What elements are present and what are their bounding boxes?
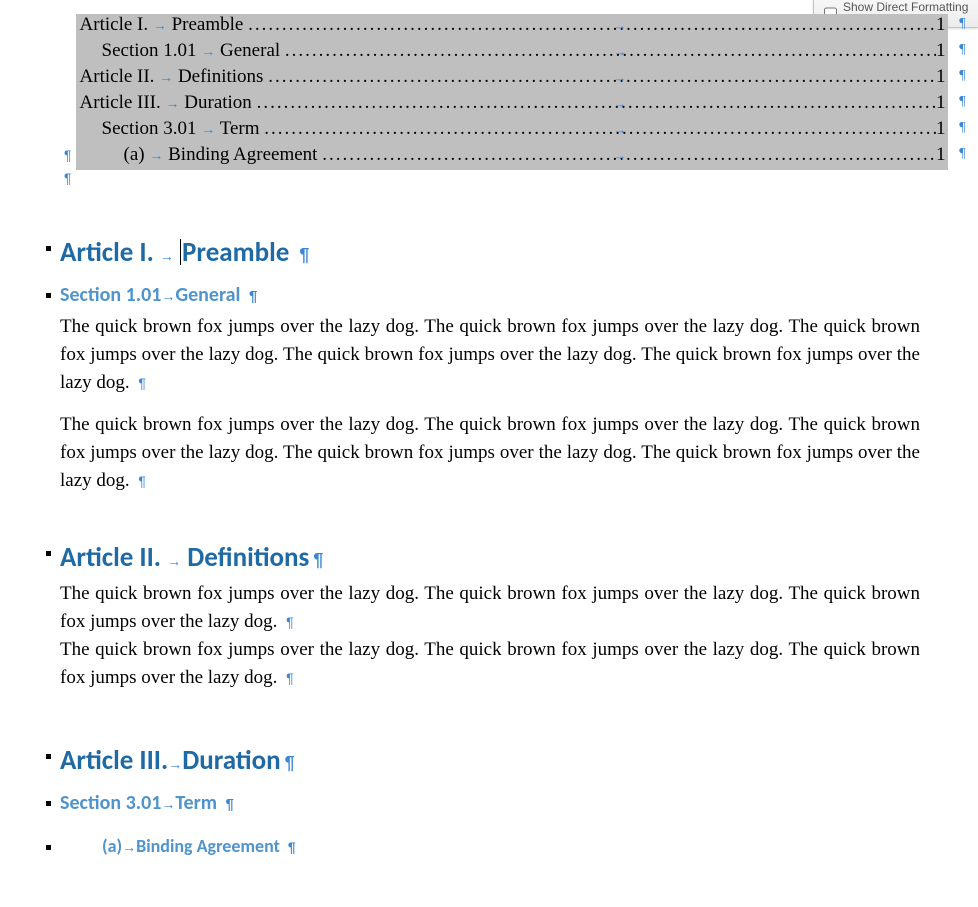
tab-icon: → <box>614 18 627 34</box>
heading-number: Section 1.01 <box>60 283 161 307</box>
paragraph-marker-icon <box>46 845 51 850</box>
body-paragraph[interactable]: The quick brown fox jumps over the lazy … <box>60 636 920 692</box>
heading-number: Article II. <box>60 541 161 574</box>
toc-row[interactable]: Article II. → Definitions ..............… <box>76 66 948 92</box>
body-text: The quick brown fox jumps over the lazy … <box>60 316 920 393</box>
tab-icon: → <box>614 96 627 112</box>
heading-title: Binding Agreement <box>136 835 280 857</box>
pilcrow-icon: ¶ <box>134 473 146 489</box>
heading-article-2[interactable]: Article II. → Definitions¶ <box>60 541 968 574</box>
pilcrow-icon: ¶ <box>309 550 323 570</box>
tab-icon: → <box>167 553 181 569</box>
tab-icon: → <box>161 288 175 304</box>
pilcrow-icon: ¶ <box>959 120 965 136</box>
pilcrow-icon: ¶ <box>134 375 146 391</box>
body-paragraph[interactable]: The quick brown fox jumps over the lazy … <box>60 313 920 397</box>
tab-icon: → <box>160 248 174 264</box>
tab-icon: → <box>614 122 627 138</box>
toc-leader-dots: ........................................… <box>257 92 936 114</box>
toc-row[interactable]: Section 3.01 → Term ....................… <box>76 118 948 144</box>
toc-entry-text: Section 3.01 → Term <box>102 118 265 140</box>
toc-page-number: 1 <box>936 92 948 114</box>
heading-section-3-01[interactable]: Section 3.01→Term ¶ <box>60 791 968 815</box>
heading-article-3[interactable]: Article III.→Duration¶ <box>60 744 968 777</box>
pilcrow-icon: ¶ <box>959 94 965 110</box>
heading-number: Article I. <box>60 236 154 269</box>
pilcrow-icon: ¶ <box>959 68 965 84</box>
toc-leader-dots: ........................................… <box>322 144 936 166</box>
document-area[interactable]: ¶ Article I. → Preamble ................… <box>0 0 978 857</box>
text-cursor <box>180 239 181 265</box>
toc-entry-text: Article II. → Definitions <box>80 66 269 88</box>
pilcrow-icon: ¶ <box>245 288 257 305</box>
body-paragraph[interactable]: The quick brown fox jumps over the lazy … <box>60 411 920 495</box>
toc-page-number: 1 <box>936 118 948 140</box>
toc-page-number: 1 <box>936 14 948 36</box>
paragraph-marker-icon <box>46 551 51 556</box>
toc-row[interactable]: Article III. → Duration ................… <box>76 92 948 118</box>
tab-icon: → <box>168 756 182 772</box>
paragraph-marker-icon <box>46 754 51 759</box>
toc-entry-text: Article III. → Duration <box>80 92 257 114</box>
toc-leader-dots: ........................................… <box>248 14 936 36</box>
toc-page-number: 1 <box>936 144 948 166</box>
toc-leader-dots: ........................................… <box>264 118 936 140</box>
heading-title: General <box>175 283 240 307</box>
body-text: The quick brown fox jumps over the lazy … <box>60 639 920 688</box>
body-text: The quick brown fox jumps over the lazy … <box>60 414 920 491</box>
paragraph-marker-icon <box>46 293 51 298</box>
toc-entry-text: Section 1.01 → General <box>102 40 285 62</box>
pilcrow-icon: ¶ <box>295 245 309 265</box>
heading-number: Section 3.01 <box>60 791 161 815</box>
heading-title: Definitions <box>187 541 309 574</box>
pilcrow-icon: ¶ <box>282 670 294 686</box>
table-of-contents[interactable]: Article I. → Preamble ..................… <box>76 14 948 170</box>
toc-entry-text: (a) → Binding Agreement <box>124 144 323 166</box>
heading-number: (a) <box>102 835 122 857</box>
body-text: The quick brown fox jumps over the lazy … <box>60 583 920 632</box>
tab-icon: → <box>614 44 627 60</box>
tab-icon: → <box>614 148 627 164</box>
toc-leader-dots: ........................................… <box>268 66 936 88</box>
heading-number: Article III. <box>60 744 168 777</box>
pilcrow-icon: ¶ <box>284 839 296 855</box>
pilcrow-icon: ¶ <box>281 753 295 773</box>
heading-title: Term <box>175 791 217 815</box>
paragraph-marker-icon <box>46 801 51 806</box>
heading-title: Duration <box>182 744 280 777</box>
toc-leader-dots: ........................................… <box>285 40 936 62</box>
pilcrow-icon: ¶ <box>959 146 965 162</box>
heading-title: Preamble <box>182 236 289 269</box>
heading-article-1[interactable]: Article I. → Preamble ¶ <box>60 236 968 269</box>
heading-subsection-a[interactable]: (a)→Binding Agreement ¶ <box>60 835 968 857</box>
tab-icon: → <box>122 839 136 855</box>
toc-page-number: 1 <box>936 66 948 88</box>
toc-page-number: 1 <box>936 40 948 62</box>
pilcrow-icon: ¶ <box>959 16 965 32</box>
toc-entry-text: Article I. → Preamble <box>80 14 249 36</box>
paragraph-marker-icon <box>46 246 51 251</box>
body-paragraph[interactable]: The quick brown fox jumps over the lazy … <box>60 580 920 636</box>
pilcrow-icon: ¶ <box>959 42 965 58</box>
pilcrow-icon: ¶ <box>222 796 234 813</box>
toc-row[interactable]: (a) → Binding Agreement ................… <box>76 144 948 170</box>
toc-row[interactable]: Article I. → Preamble ..................… <box>76 14 948 40</box>
heading-section-1-01[interactable]: Section 1.01→General ¶ <box>60 283 968 307</box>
pilcrow-icon: ¶ <box>60 147 72 163</box>
tab-icon: → <box>614 70 627 86</box>
pilcrow-icon: ¶ <box>282 614 294 630</box>
tab-icon: → <box>161 796 175 812</box>
pilcrow-icon: ¶ <box>60 170 72 186</box>
toc-row[interactable]: Section 1.01 → General .................… <box>76 40 948 66</box>
